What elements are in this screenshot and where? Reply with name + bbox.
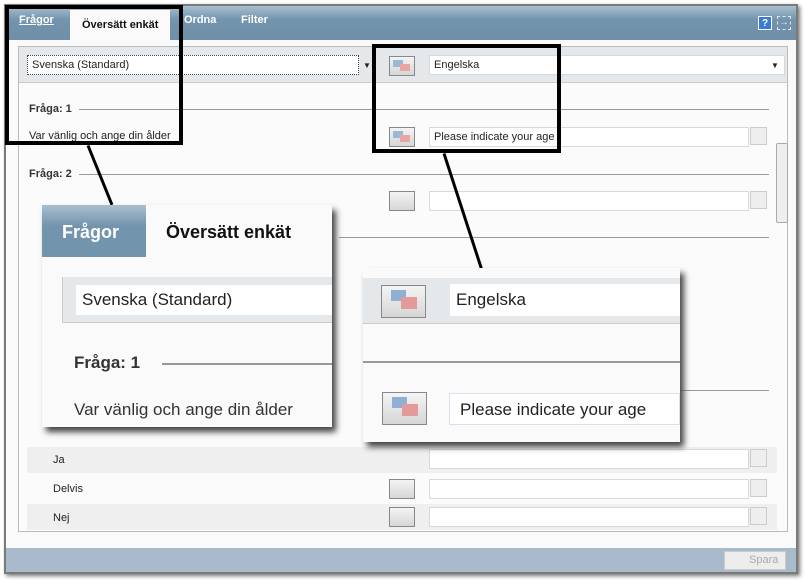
highlight-box xyxy=(5,5,183,145)
save-button[interactable]: Spara xyxy=(724,551,786,570)
translation-input[interactable] xyxy=(429,479,749,499)
question-header: Fråga: 2 xyxy=(29,168,72,180)
scrollbar[interactable] xyxy=(775,103,789,531)
bottom-bar: Spara xyxy=(6,548,796,572)
tab-oversatt-enkat: Översätt enkät xyxy=(166,222,292,242)
translate-all-button xyxy=(381,285,426,318)
translate-button[interactable] xyxy=(389,191,415,211)
highlight-box xyxy=(372,44,561,153)
editor-icon[interactable] xyxy=(750,191,767,209)
answer-text: Nej xyxy=(53,512,70,524)
answer-text: Delvis xyxy=(53,483,83,495)
translate-button[interactable] xyxy=(389,479,415,499)
divider xyxy=(79,174,769,175)
translation-input[interactable] xyxy=(429,191,749,211)
divider xyxy=(339,237,769,238)
editor-icon[interactable] xyxy=(750,507,767,525)
help-icon[interactable]: ? xyxy=(758,16,772,30)
translate-icon xyxy=(390,290,417,309)
editor-icon[interactable] xyxy=(750,127,767,145)
zoom-callout-right: Engelska Please indicate your age xyxy=(363,268,680,442)
translate-icon xyxy=(391,397,418,416)
translation-input[interactable] xyxy=(429,449,749,469)
zoom-callout-left: Frågor Översätt enkät Svenska (Standard)… xyxy=(42,205,332,427)
translation-input[interactable] xyxy=(429,507,749,527)
chevron-down-icon[interactable]: ▼ xyxy=(771,61,779,70)
answer-text: Ja xyxy=(53,454,65,466)
question-header: Fråga: 1 xyxy=(74,353,141,372)
editor-icon[interactable] xyxy=(750,449,767,467)
exit-icon[interactable]: → xyxy=(777,16,791,30)
tab-filter[interactable]: Filter xyxy=(241,14,268,26)
target-language-select: Engelska xyxy=(450,284,680,316)
translate-button[interactable] xyxy=(389,507,415,527)
source-language-select: Svenska (Standard) xyxy=(76,285,332,315)
question-text: Var vänlig och ange din ålder xyxy=(74,400,293,419)
tab-ordna[interactable]: Ordna xyxy=(184,14,216,26)
tab-fragor: Frågor xyxy=(62,222,120,242)
scrollbar-thumb[interactable] xyxy=(776,143,788,223)
editor-icon[interactable] xyxy=(750,479,767,497)
translate-button xyxy=(382,392,427,425)
translation-input: Please indicate your age xyxy=(449,393,680,425)
chevron-down-icon[interactable]: ▼ xyxy=(363,61,371,70)
